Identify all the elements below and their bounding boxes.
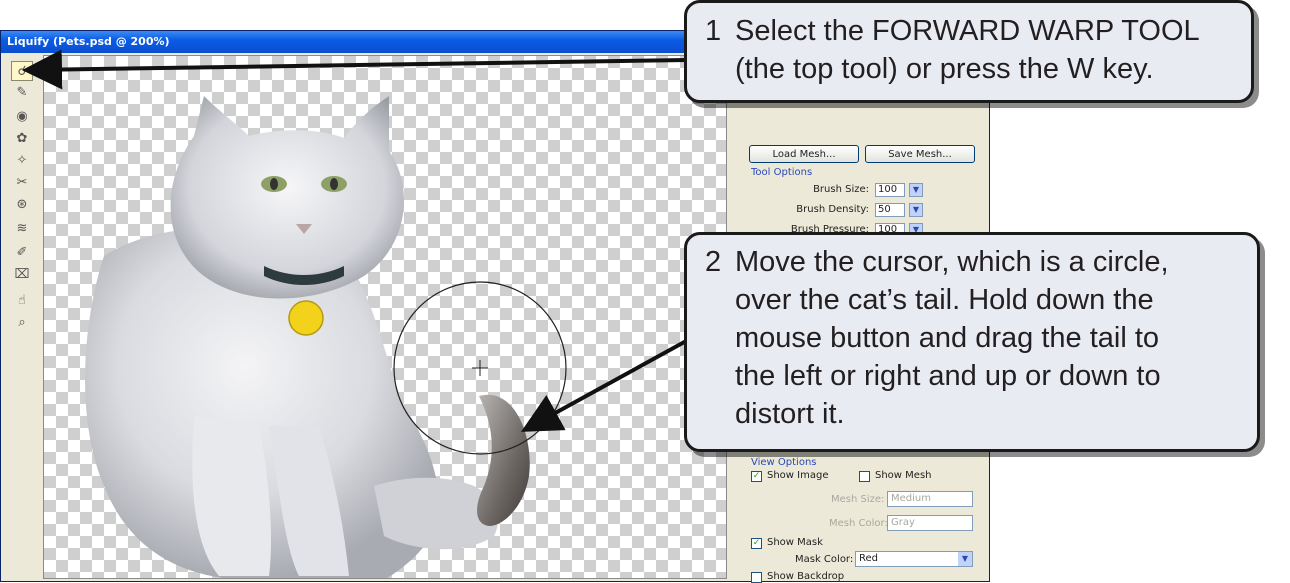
- step-1-line-2: (the top tool) or press the W key.: [735, 53, 1154, 85]
- step-2-line-5: distort it.: [735, 398, 845, 430]
- step-2-line-1: Move the cursor, which is a circle,: [735, 246, 1169, 278]
- step-2-line-4: the left or right and up or down to: [735, 360, 1161, 392]
- step-2-line-2: over the cat’s tail. Hold down the: [735, 284, 1154, 316]
- step-1-number: 1: [705, 15, 722, 47]
- step-1-line-1: Select the FORWARD WARP TOOL: [735, 15, 1200, 47]
- arrow-to-forward-warp-tool: [22, 49, 689, 90]
- step-2-line-3: mouse button and drag the tail to: [735, 322, 1160, 354]
- callout-step-1: 1 Select the FORWARD WARP TOOL (the top t…: [684, 0, 1254, 103]
- callout-step-2: 2 Move the cursor, which is a circle, ove…: [684, 232, 1260, 452]
- step-2-number: 2: [705, 246, 722, 278]
- arrow-to-cat-tail: [520, 338, 689, 432]
